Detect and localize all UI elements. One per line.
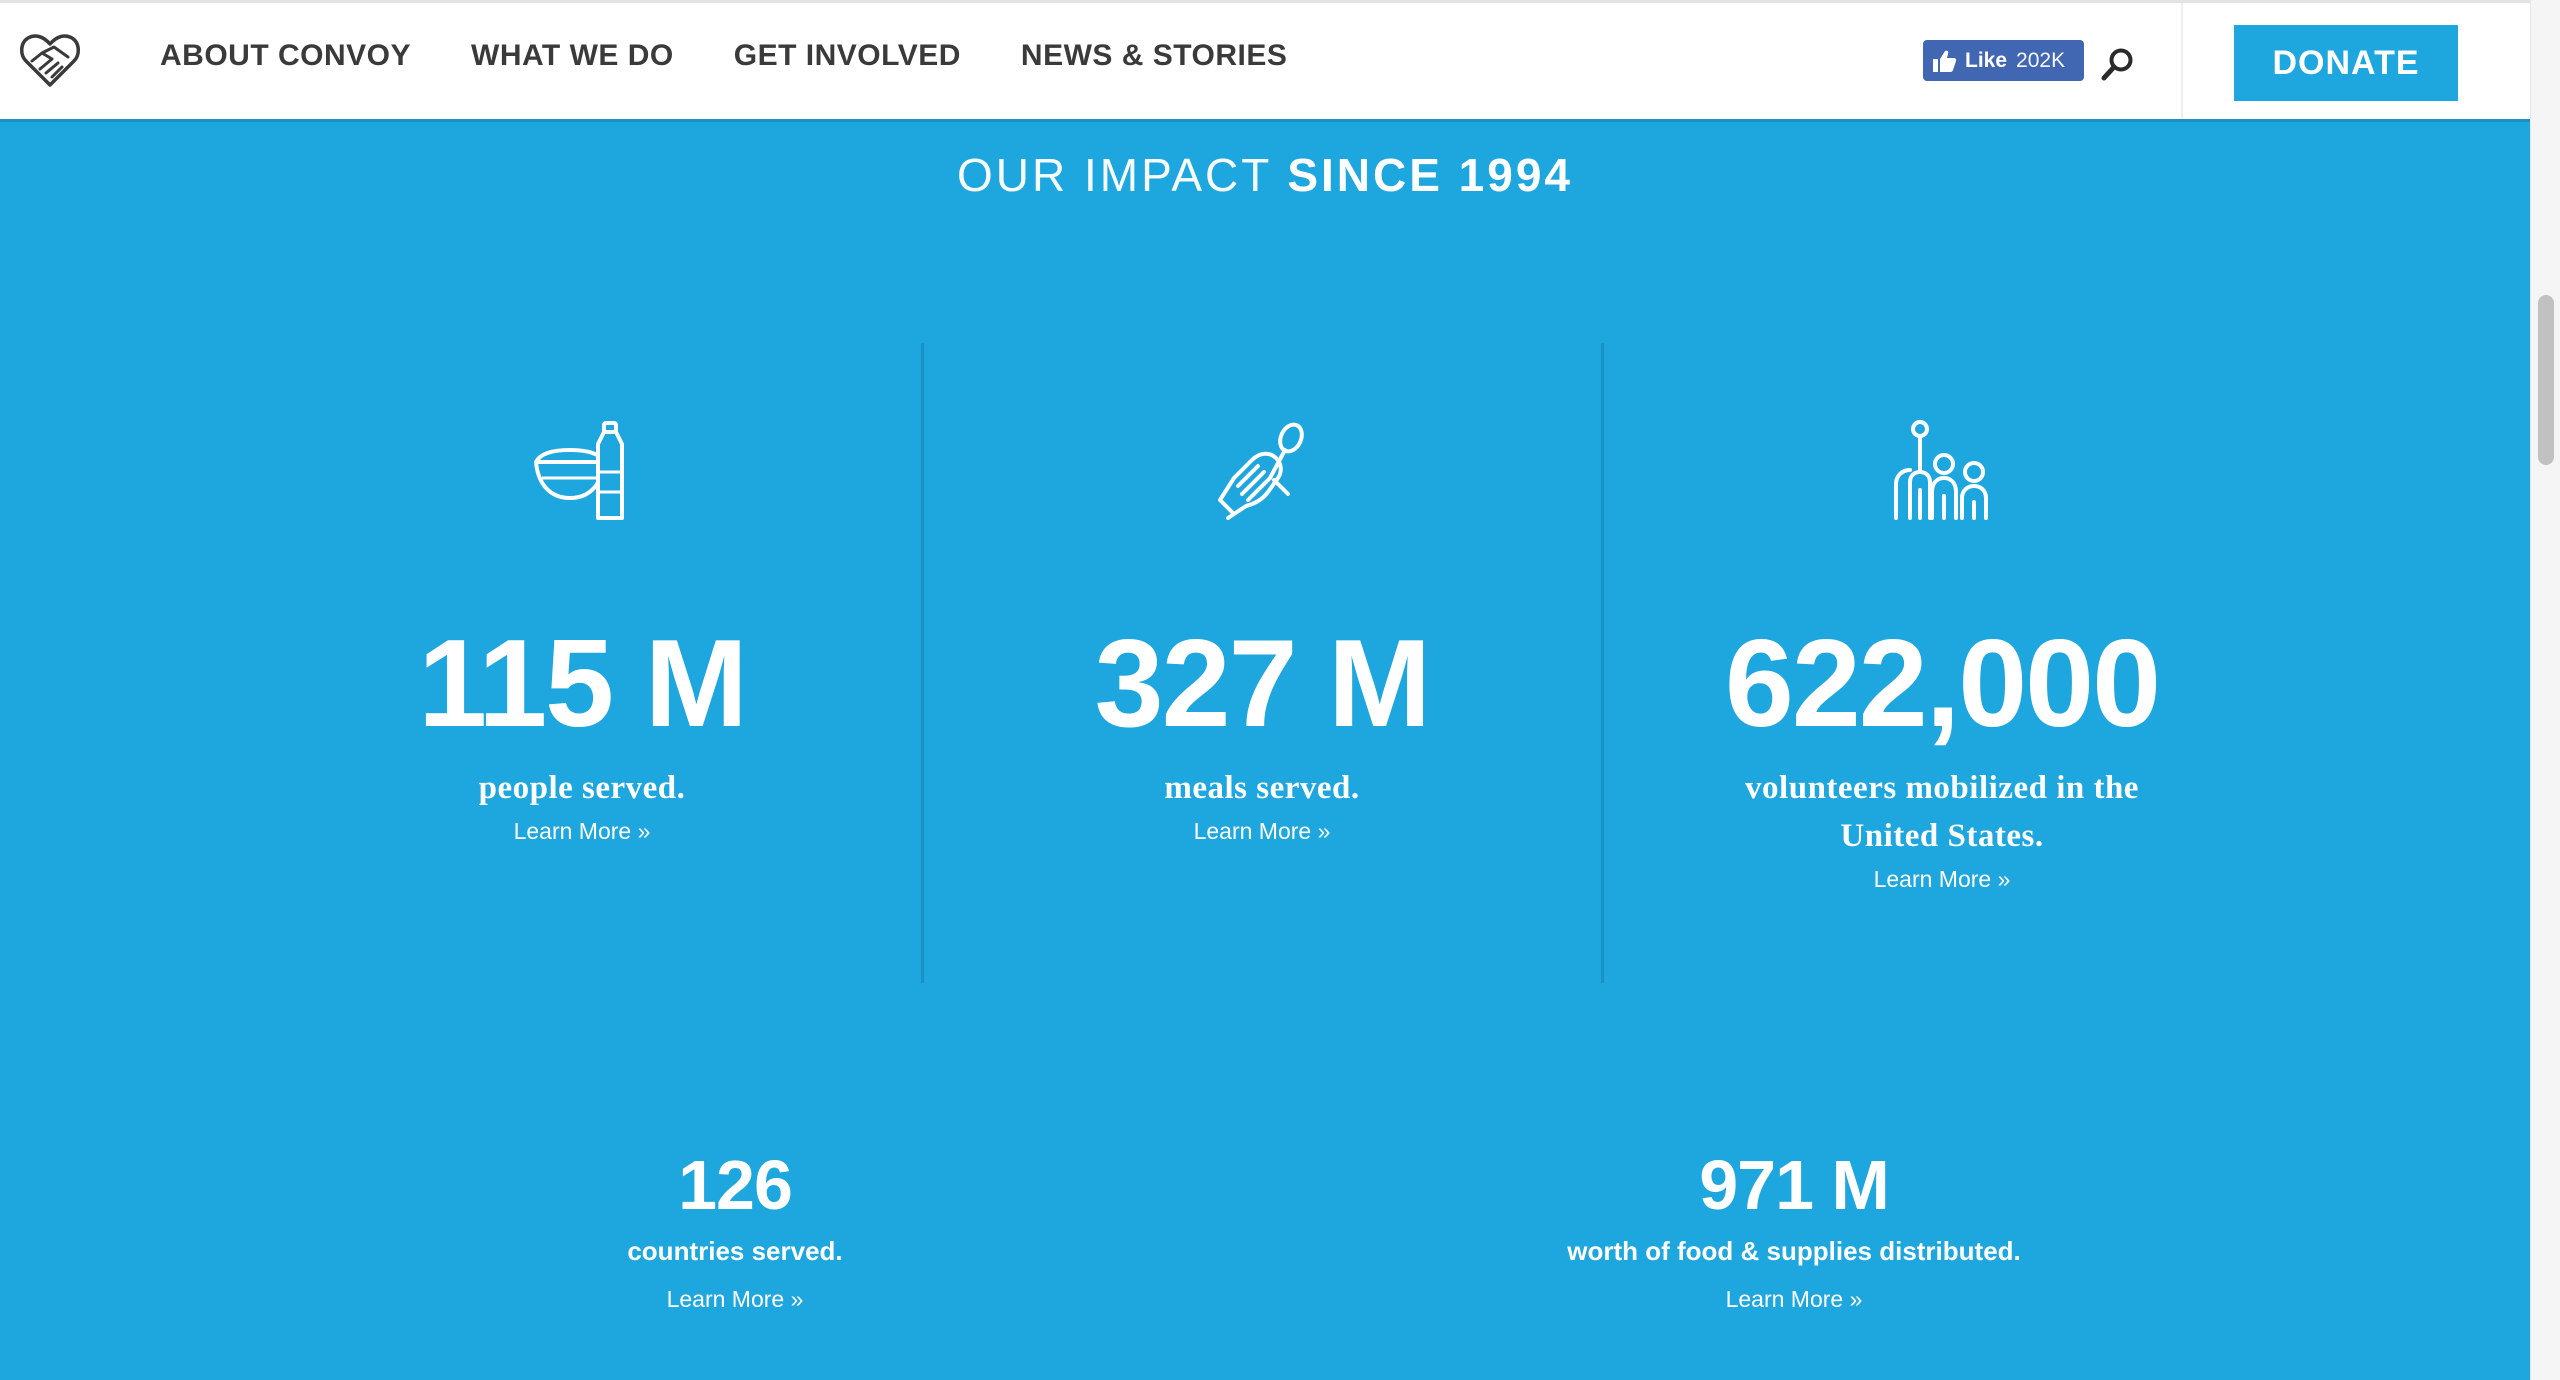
- nav-about-convoy[interactable]: ABOUT CONVOY: [160, 41, 411, 71]
- stat-number: 971 M: [1699, 1146, 1890, 1224]
- stat-number: 115 M: [418, 615, 748, 753]
- learn-more-link[interactable]: Learn More »: [1194, 818, 1331, 845]
- learn-more-link[interactable]: Learn More »: [1874, 866, 2011, 893]
- like-count: 202K: [2016, 48, 2066, 72]
- scrollbar-thumb[interactable]: [2538, 295, 2554, 465]
- main-nav: ABOUT CONVOY WHAT WE DO GET INVOLVED NEW…: [160, 3, 1347, 119]
- learn-more-link[interactable]: Learn More »: [1726, 1286, 1863, 1313]
- nav-get-involved[interactable]: GET INVOLVED: [734, 41, 961, 71]
- impact-heading-bold: SINCE 1994: [1287, 149, 1574, 201]
- header-divider: [2181, 3, 2183, 119]
- stat-meals-served: 327 M meals served. Learn More »: [1022, 420, 1502, 845]
- stat-label-line1: volunteers mobilized in the: [1745, 770, 2139, 806]
- stat-volunteers: 622,000 volunteers mobilized in the Unit…: [1682, 420, 2202, 893]
- hand-spoon-icon: [1218, 422, 1304, 520]
- stat-number: 327 M: [1094, 615, 1432, 753]
- bowl-bottle-icon: [534, 421, 624, 520]
- stat-label-line2: United States.: [1840, 818, 2044, 854]
- stat-label: meals served.: [1164, 770, 1360, 806]
- volunteers-icon: [1894, 420, 1988, 520]
- stat-number: 126: [678, 1146, 793, 1224]
- facebook-like-button[interactable]: Like 202K: [1923, 40, 2084, 81]
- impact-heading-light: OUR IMPACT: [956, 149, 1272, 201]
- search-icon[interactable]: [2099, 45, 2137, 83]
- page-scrollbar[interactable]: [2530, 0, 2560, 1380]
- stat-countries-served: 126 countries served. Learn More »: [515, 1150, 955, 1313]
- like-label: Like: [1965, 48, 2008, 72]
- heart-handshake-icon[interactable]: [18, 31, 82, 89]
- stat-label: countries served.: [627, 1236, 843, 1266]
- thumbs-up-icon: [1933, 50, 1957, 72]
- stat-label: worth of food & supplies distributed.: [1567, 1236, 2021, 1266]
- stat-label: people served.: [478, 770, 686, 806]
- donate-button[interactable]: DONATE: [2234, 25, 2458, 101]
- stat-number: 622,000: [1724, 615, 2161, 753]
- stat-food-supplies: 971 M worth of food & supplies distribut…: [1494, 1150, 2094, 1313]
- learn-more-link[interactable]: Learn More »: [667, 1286, 804, 1313]
- impact-heading: OUR IMPACT SINCE 1994: [0, 146, 2530, 204]
- nav-news-stories[interactable]: NEWS & STORIES: [1021, 41, 1287, 71]
- nav-what-we-do[interactable]: WHAT WE DO: [471, 41, 674, 71]
- column-divider: [921, 343, 924, 983]
- stat-people-served: 115 M people served. Learn More »: [342, 420, 822, 845]
- column-divider: [1601, 343, 1604, 983]
- learn-more-link[interactable]: Learn More »: [514, 818, 651, 845]
- site-header: ABOUT CONVOY WHAT WE DO GET INVOLVED NEW…: [0, 0, 2530, 122]
